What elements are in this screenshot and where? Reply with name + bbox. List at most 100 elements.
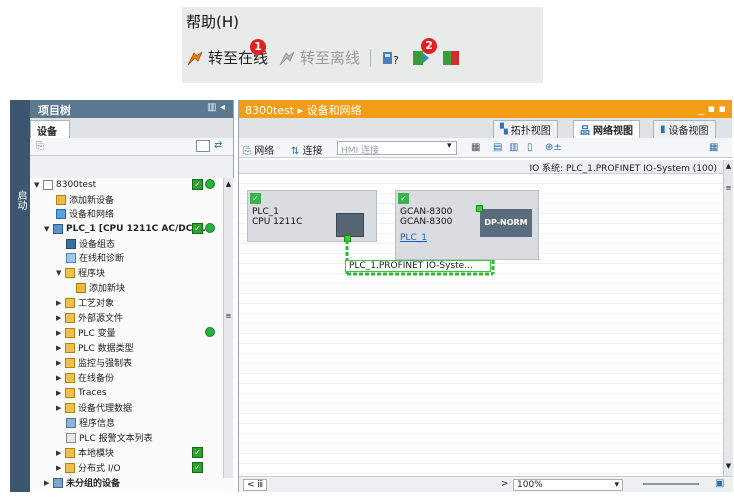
- tree-item-online-diag[interactable]: 在线和诊断: [66, 251, 124, 264]
- collapse-panel-icon[interactable]: ▥ ◂: [207, 102, 225, 116]
- dropdown-arrow-icon[interactable]: ▾: [614, 480, 619, 490]
- expand-arrow-icon[interactable]: ▶: [56, 299, 65, 307]
- profinet-bus-lines: [345, 240, 495, 276]
- editor-title-bar: 8300test ▸ 设备和网络 _ ▪ ▪: [239, 100, 732, 118]
- tree-item-label: 设备组态: [79, 240, 116, 250]
- stop-cpu-icon[interactable]: [441, 48, 461, 68]
- tree-item-tech-objects[interactable]: ▶ 工艺对象: [56, 296, 114, 309]
- editor-scrollbar[interactable]: ▲ ≡ ▼: [723, 160, 733, 476]
- tree-item-proxy-data[interactable]: ▶ 设备代理数据: [56, 401, 132, 414]
- expand-arrow-icon[interactable]: ▶: [56, 374, 65, 382]
- tree-item-label: PLC 报警文本列表: [79, 434, 153, 444]
- tree-item-plc-datatypes[interactable]: ▶ PLC 数据类型: [56, 341, 134, 354]
- start-simulation-icon[interactable]: 2: [411, 37, 438, 68]
- connections-button[interactable]: ⇅ 连接: [291, 142, 323, 157]
- io-system-bar: IO 系统: PLC_1.PROFINET IO-System (100): [239, 160, 723, 174]
- expand-arrow-icon[interactable]: ▶: [56, 464, 65, 472]
- folder-icon: [65, 462, 75, 473]
- folder-icon: [65, 357, 75, 368]
- go-offline-icon: [278, 49, 296, 67]
- tree-item-program-info[interactable]: 程序信息: [66, 416, 115, 429]
- tools-icon[interactable]: ▦: [709, 142, 718, 153]
- io-system-label: IO 系统: PLC_1.PROFINET IO-System (100): [529, 164, 717, 174]
- scroll-grip-icon[interactable]: ≡: [224, 312, 233, 320]
- tree-item-online-backup[interactable]: ▶ 在线备份: [56, 371, 114, 384]
- dropdown-arrow-icon[interactable]: ▾: [447, 141, 452, 151]
- toolbar-separator: [370, 48, 372, 67]
- folder-icon: [65, 372, 75, 383]
- online-status-icon: [205, 327, 215, 337]
- new-item-icon[interactable]: ⎘: [36, 141, 44, 152]
- tree-item-distributed-io[interactable]: ▶ 分布式 I/O: [56, 461, 121, 474]
- tab-label: 网络视图: [593, 126, 633, 137]
- scroll-down-icon[interactable]: ▼: [724, 462, 733, 470]
- expand-arrow-icon[interactable]: ▶: [56, 359, 65, 367]
- expand-arrow-icon[interactable]: ▶: [56, 449, 65, 457]
- diagnostics-icon: [66, 252, 76, 263]
- tree-item-add-block[interactable]: 添加新块: [76, 281, 125, 294]
- scroll-up-icon[interactable]: ▲: [724, 162, 733, 170]
- tree-item-device-config[interactable]: 设备组态: [66, 237, 115, 250]
- tree-item-label: 监控与强制表: [78, 359, 133, 369]
- tree-item-program-blocks[interactable]: ▼ 程序块: [56, 266, 105, 279]
- expand-arrow-icon[interactable]: ▼: [56, 269, 65, 277]
- start-vertical-tab[interactable]: 启动: [10, 100, 30, 492]
- tab-device-view[interactable]: ▮ 设备视图: [653, 120, 716, 138]
- scroll-grip-icon[interactable]: ≡: [724, 184, 733, 192]
- expand-arrow-icon[interactable]: ▼: [34, 181, 43, 189]
- accessible-devices-icon[interactable]: ?: [381, 48, 401, 68]
- expand-arrow-icon[interactable]: ▶: [56, 389, 65, 397]
- zoom-icon[interactable]: ⊕±: [545, 142, 562, 153]
- project-tree-title: 项目树: [38, 104, 71, 117]
- page-view-icon[interactable]: ▯: [527, 142, 533, 153]
- tab-topology-view[interactable]: ▚ 拓扑视图: [493, 120, 558, 138]
- zoom-select[interactable]: 100% ▾: [513, 479, 623, 491]
- hmi-connection-select[interactable]: HMI 连接: [337, 141, 457, 156]
- scroll-up-icon[interactable]: ▲: [224, 180, 233, 188]
- expand-arrow-icon[interactable]: ▶: [56, 329, 65, 337]
- tree-item-add-device[interactable]: 添加新设备: [56, 193, 114, 206]
- tree-item-alarm-texts[interactable]: PLC 报警文本列表: [66, 431, 153, 444]
- status-ok-icon: ✓: [192, 223, 203, 234]
- expand-arrow-icon[interactable]: ▶: [56, 404, 65, 412]
- help-menu[interactable]: 帮助(H): [186, 11, 239, 32]
- expand-arrow-icon[interactable]: ▶: [56, 344, 65, 352]
- project-tree-header: 项目树 ▥ ◂: [30, 100, 233, 118]
- tree-item-external-sources[interactable]: ▶ 外部源文件: [56, 311, 123, 324]
- hscroll-right-icon[interactable]: >: [501, 479, 509, 489]
- expand-arrow-icon[interactable]: ▼: [44, 225, 53, 233]
- detail-view-icon[interactable]: ⇄: [214, 140, 222, 151]
- tree-item-ungrouped-devices[interactable]: ▶ 未分组的设备: [44, 476, 120, 489]
- go-offline-button[interactable]: 转至离线: [278, 47, 360, 68]
- go-online-button[interactable]: 转至在线 1: [186, 39, 268, 68]
- tree-item-label: PLC_1 [CPU 1211C AC/DC/...: [66, 223, 206, 234]
- tree-item-local-modules[interactable]: ▶ 本地模块: [56, 446, 114, 459]
- tree-item-traces[interactable]: ▶ Traces: [56, 386, 107, 399]
- tree-toolbar: ⎘ ⇄: [30, 138, 233, 156]
- tab-devices[interactable]: 设备: [30, 120, 70, 138]
- tree-item-plc-tags[interactable]: ▶ PLC 变量: [56, 326, 116, 339]
- tree-item-watch-force[interactable]: ▶ 监控与强制表: [56, 356, 132, 369]
- zoom-slider[interactable]: [643, 483, 699, 485]
- expand-arrow-icon[interactable]: ▶: [56, 314, 65, 322]
- tree-scrollbar[interactable]: ▲ ≡: [223, 178, 233, 478]
- tree-item-label: Traces: [78, 387, 107, 398]
- hscroll-left-icon[interactable]: < ⅲ: [243, 479, 268, 491]
- highlight-icon[interactable]: ▦: [471, 142, 480, 153]
- add-device-icon: [56, 194, 66, 205]
- tree-item-plc1[interactable]: ▼ PLC_1 [CPU 1211C AC/DC/...: [44, 222, 206, 235]
- list-view-icon[interactable]: [196, 140, 210, 152]
- tab-network-view[interactable]: 品 网络视图: [573, 120, 640, 138]
- network-canvas[interactable]: ✓ PLC_1 CPU 1211C ✓ GCAN-8300 GCAN-8300 …: [239, 174, 723, 476]
- network-mode-button[interactable]: ⎘ 网络: [243, 142, 274, 157]
- profinet-io-system-label[interactable]: PLC_1.PROFINET IO-Syste...: [345, 260, 491, 272]
- tree-item-devices-networks[interactable]: 设备和网络: [56, 207, 114, 220]
- tab-label: 设备视图: [668, 126, 709, 137]
- window-controls-icon[interactable]: _ ▪ ▪: [699, 102, 726, 116]
- tree-item-project[interactable]: ▼ 8300test: [34, 178, 96, 191]
- overview-icon[interactable]: ▣: [715, 478, 724, 489]
- expand-arrow-icon[interactable]: ▶: [44, 479, 53, 487]
- table-icon[interactable]: ▥: [509, 142, 518, 153]
- grid-icon[interactable]: ▤: [493, 142, 502, 153]
- folder-icon: [65, 267, 75, 278]
